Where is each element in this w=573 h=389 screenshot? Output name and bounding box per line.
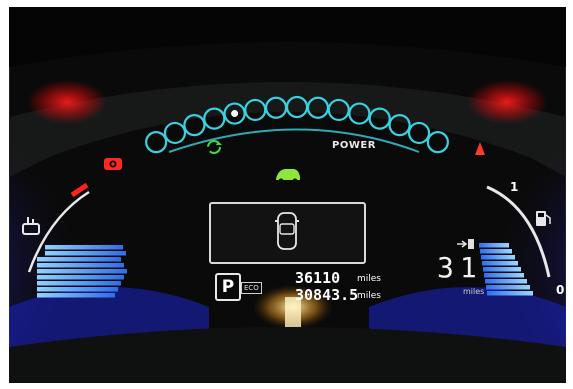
battery-bar xyxy=(37,269,127,274)
gauge-bottom-mark: 0 xyxy=(556,283,565,297)
power-indicator-dot xyxy=(231,110,239,118)
park-indicator: P xyxy=(215,273,241,301)
trip-value: 30843.5 xyxy=(295,286,359,304)
charge-bar xyxy=(479,243,509,248)
instrument-cluster xyxy=(9,7,566,383)
regen-icon xyxy=(207,140,222,154)
battery-bar xyxy=(45,245,123,250)
battery-bar xyxy=(37,287,118,292)
left-battery-bars xyxy=(37,245,127,298)
battery-bar xyxy=(37,281,121,286)
charge-bar xyxy=(480,249,512,254)
warning-light-icon xyxy=(104,158,122,170)
car-ready-icon xyxy=(276,169,300,184)
power-bubble xyxy=(163,121,187,145)
charge-bar xyxy=(484,273,524,278)
eco-badge: ECO xyxy=(241,282,262,294)
range-value: 31 xyxy=(437,251,483,284)
power-bubble xyxy=(145,131,168,154)
gauge-top-mark: 1 xyxy=(510,180,519,194)
dashboard-photo: POWER P ECO 36110 miles 30843.5 miles 31… xyxy=(9,7,566,383)
battery-bar xyxy=(37,293,115,298)
power-label: POWER xyxy=(332,140,376,151)
power-bubble xyxy=(426,131,449,154)
odometer-value: 36110 xyxy=(295,269,341,287)
charge-bar xyxy=(481,255,515,260)
charge-bar xyxy=(487,291,533,296)
charge-bar xyxy=(485,279,527,284)
charge-bar xyxy=(482,261,518,266)
battery-bar xyxy=(45,251,126,256)
range-unit: miles xyxy=(463,287,485,296)
charge-bar xyxy=(483,267,521,272)
trip-unit: miles xyxy=(357,291,381,301)
battery-bar xyxy=(37,275,124,280)
charge-bar xyxy=(486,285,530,290)
battery-bar xyxy=(37,263,124,268)
power-bubble xyxy=(407,121,431,145)
battery-bar xyxy=(37,257,121,262)
odometer-unit: miles xyxy=(357,274,381,284)
